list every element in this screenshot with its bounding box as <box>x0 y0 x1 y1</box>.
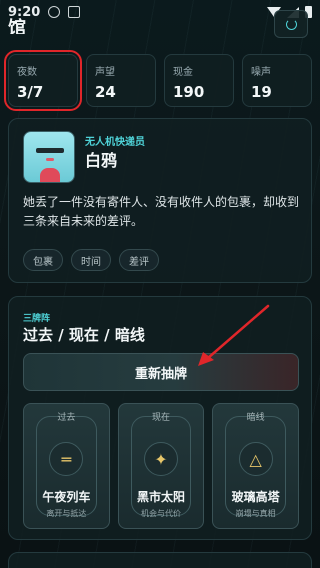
card-subtitle: 离开与抵达 <box>46 509 87 518</box>
courier-card: 无人机快递员 白鸦 她丢了一件没有寄件人、没有收件人的包裹，却收到三条来自未来的… <box>8 118 312 283</box>
refresh-button[interactable] <box>274 10 308 38</box>
stat-label: 现金 <box>173 67 193 78</box>
stat-label: 声望 <box>95 67 115 78</box>
tag-chip: 时间 <box>71 249 111 271</box>
stat-value: 19 <box>251 83 272 101</box>
courier-tags: 包裹 时间 差评 <box>23 249 159 271</box>
tag-chip: 差评 <box>119 249 159 271</box>
tarot-cards: 过去 ═ 午夜列车 离开与抵达 现在 ✦ 黑市太阳 机会与代价 暗线 △ 玻璃高… <box>23 403 300 529</box>
stat-cash: 现金 190 <box>164 54 234 107</box>
sun-star-icon: ✦ <box>144 442 178 476</box>
card-subtitle: 机会与代价 <box>141 509 181 518</box>
tarot-card-hidden[interactable]: 暗线 △ 玻璃高塔 崩塌与真相 <box>212 403 300 529</box>
status-bar: 9:20 <box>0 0 320 24</box>
courier-description: 她丢了一件没有寄件人、没有收件人的包裹，却收到三条来自未来的差评。 <box>23 195 300 228</box>
tarot-card-present[interactable]: 现在 ✦ 黑市太阳 机会与代价 <box>117 403 205 529</box>
stat-reputation: 声望 24 <box>86 54 156 107</box>
image-notification-icon <box>68 6 81 18</box>
stat-label: 夜数 <box>17 67 37 78</box>
triangle-tower-icon: △ <box>238 442 273 476</box>
stat-noise: 噪声 19 <box>242 54 312 107</box>
stat-value: 24 <box>95 83 116 101</box>
courier-role: 无人机快递员 <box>85 137 145 148</box>
page-title: 馆 <box>8 18 26 34</box>
card-position: 暗线 <box>246 413 265 423</box>
spread-kicker: 三牌阵 <box>23 314 51 324</box>
card-position: 过去 <box>57 413 76 423</box>
next-section-card <box>8 552 312 568</box>
courier-avatar <box>23 131 75 183</box>
stats-row: 夜数 3/7 声望 24 现金 190 噪声 19 <box>4 50 312 111</box>
redraw-button[interactable]: 重新抽牌 <box>23 353 299 391</box>
courier-name: 白鸦 <box>85 151 118 170</box>
notification-icon <box>48 6 61 18</box>
stat-value: 190 <box>173 83 205 101</box>
stat-nights: 夜数 3/7 <box>4 50 82 111</box>
card-subtitle: 崩塌与真相 <box>235 509 276 518</box>
refresh-icon <box>285 18 297 30</box>
tarot-spread-card: 三牌阵 过去 / 现在 / 暗线 重新抽牌 过去 ═ 午夜列车 离开与抵达 现在… <box>8 296 312 540</box>
card-name: 午夜列车 <box>42 490 91 504</box>
card-name: 玻璃高塔 <box>231 490 280 504</box>
card-name: 黑市太阳 <box>137 490 186 504</box>
stat-value: 3/7 <box>17 83 44 101</box>
card-position: 现在 <box>152 413 171 423</box>
tarot-card-past[interactable]: 过去 ═ 午夜列车 离开与抵达 <box>23 403 110 529</box>
stat-label: 噪声 <box>251 67 271 78</box>
tag-chip: 包裹 <box>23 249 63 271</box>
spread-title: 过去 / 现在 / 暗线 <box>23 326 145 344</box>
